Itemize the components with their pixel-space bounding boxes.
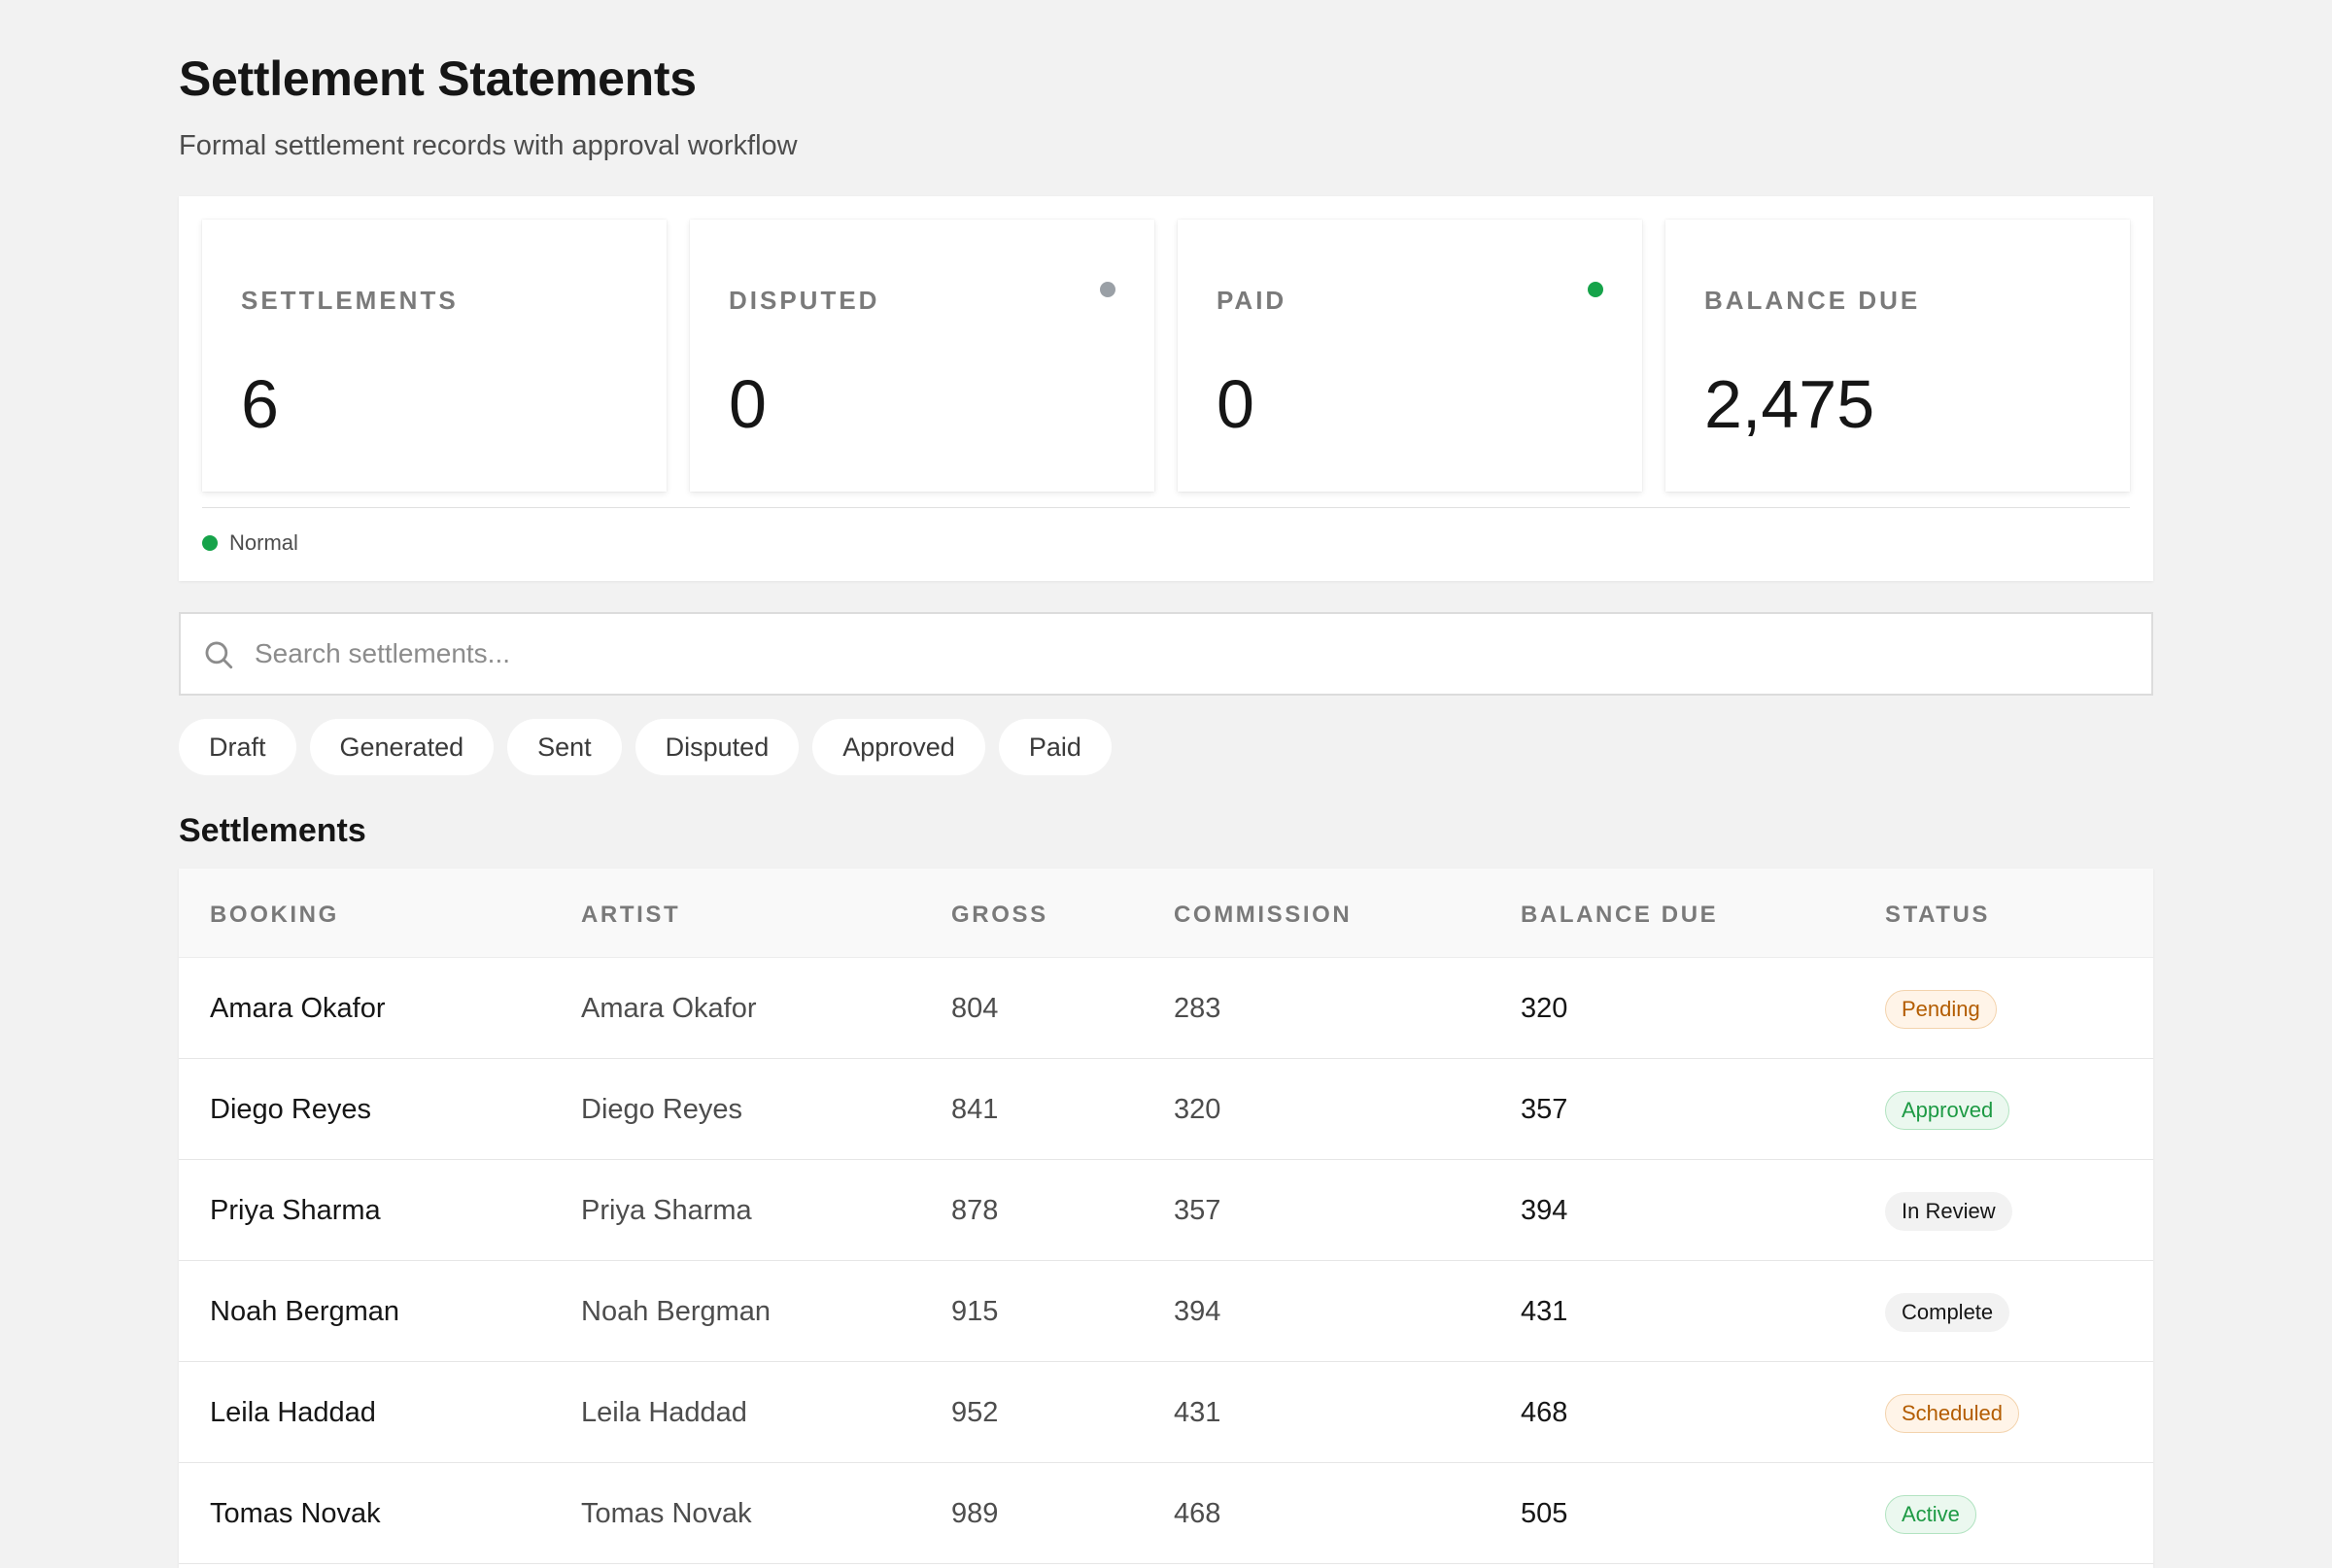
booking-cell: Leila Haddad xyxy=(210,1397,376,1428)
metric-label: PAID xyxy=(1217,286,1287,315)
status-badge: Complete xyxy=(1885,1293,2010,1332)
legend-label: Normal xyxy=(229,530,298,555)
column-header-balance-due[interactable]: BALANCE DUE xyxy=(1521,902,1718,929)
artist-cell: Priya Sharma xyxy=(581,1195,752,1226)
metric-value: 0 xyxy=(729,366,767,442)
legend: Normal xyxy=(202,530,298,556)
table-header: BOOKING ARTIST GROSS COMMISSION BALANCE … xyxy=(179,869,2153,958)
status-badge: Scheduled xyxy=(1885,1394,2019,1433)
status-badge: Pending xyxy=(1885,990,1997,1029)
table-row[interactable]: Priya Sharma Priya Sharma 878 357 394 In Revi… xyxy=(179,1160,2153,1261)
table-row[interactable]: Leila Haddad Leila Haddad 952 431 468 Schedul… xyxy=(179,1362,2153,1463)
table-body: Amara Okafor Amara Okafor 804 283 320 Pending… xyxy=(179,958,2153,1564)
search-icon xyxy=(205,641,233,669)
booking-cell: Noah Bergman xyxy=(210,1296,400,1327)
metric-card-paid: PAID 0 xyxy=(1178,220,1642,492)
balance-due-cell: 394 xyxy=(1521,1195,1568,1226)
section-title: Settlements xyxy=(179,812,366,849)
metric-value: 0 xyxy=(1217,366,1254,442)
balance-due-cell: 431 xyxy=(1521,1296,1568,1327)
search-box[interactable] xyxy=(179,612,2153,696)
divider xyxy=(202,507,2130,508)
artist-cell: Diego Reyes xyxy=(581,1094,743,1125)
commission-cell: 283 xyxy=(1174,993,1221,1024)
status-badge: Approved xyxy=(1885,1091,2010,1130)
search-input[interactable] xyxy=(255,614,2130,694)
metric-label: DISPUTED xyxy=(729,286,880,315)
status-badge: Active xyxy=(1885,1495,1976,1534)
status-badge: In Review xyxy=(1885,1192,2012,1231)
artist-cell: Noah Bergman xyxy=(581,1296,772,1327)
filter-chip-draft[interactable]: Draft xyxy=(179,719,296,775)
gross-cell: 878 xyxy=(951,1195,999,1226)
filter-chips: Draft Generated Sent Disputed Approved Paid xyxy=(179,719,1112,775)
balance-due-cell: 468 xyxy=(1521,1397,1568,1428)
column-header-gross[interactable]: GROSS xyxy=(951,902,1048,929)
gross-cell: 915 xyxy=(951,1296,999,1327)
column-header-booking[interactable]: BOOKING xyxy=(210,902,339,929)
balance-due-cell: 505 xyxy=(1521,1498,1568,1529)
gross-cell: 952 xyxy=(951,1397,999,1428)
metrics-panel: SETTLEMENTS 6 DISPUTED 0 PAID 0 BALANCE … xyxy=(179,196,2153,581)
gross-cell: 989 xyxy=(951,1498,999,1529)
booking-cell: Priya Sharma xyxy=(210,1195,381,1226)
commission-cell: 394 xyxy=(1174,1296,1221,1327)
filter-chip-sent[interactable]: Sent xyxy=(507,719,622,775)
metric-card-balance-due: BALANCE DUE 2,475 xyxy=(1665,220,2130,492)
booking-cell: Amara Okafor xyxy=(210,993,386,1024)
table-row[interactable]: Amara Okafor Amara Okafor 804 283 320 Pending xyxy=(179,958,2153,1059)
balance-due-cell: 320 xyxy=(1521,993,1568,1024)
status-dot-icon xyxy=(1100,282,1115,297)
metric-card-settlements: SETTLEMENTS 6 xyxy=(202,220,667,492)
column-header-status[interactable]: STATUS xyxy=(1885,902,1990,929)
commission-cell: 320 xyxy=(1174,1094,1221,1125)
gross-cell: 841 xyxy=(951,1094,999,1125)
artist-cell: Leila Haddad xyxy=(581,1397,747,1428)
artist-cell: Tomas Novak xyxy=(581,1498,752,1529)
balance-due-cell: 357 xyxy=(1521,1094,1568,1125)
commission-cell: 357 xyxy=(1174,1195,1221,1226)
legend-dot-icon xyxy=(202,535,218,551)
commission-cell: 431 xyxy=(1174,1397,1221,1428)
metric-card-disputed: DISPUTED 0 xyxy=(690,220,1154,492)
settlements-table: BOOKING ARTIST GROSS COMMISSION BALANCE … xyxy=(179,869,2153,1568)
booking-cell: Diego Reyes xyxy=(210,1094,372,1125)
page-subtitle: Formal settlement records with approval … xyxy=(179,130,798,161)
filter-chip-paid[interactable]: Paid xyxy=(998,719,1112,775)
booking-cell: Tomas Novak xyxy=(210,1498,381,1529)
commission-cell: 468 xyxy=(1174,1498,1221,1529)
table-row[interactable]: Diego Reyes Diego Reyes 841 320 357 Approved xyxy=(179,1059,2153,1160)
table-row[interactable]: Noah Bergman Noah Bergman 915 394 431 Complet… xyxy=(179,1261,2153,1362)
metric-value: 2,475 xyxy=(1704,366,1875,442)
artist-cell: Amara Okafor xyxy=(581,993,757,1024)
metric-value: 6 xyxy=(241,366,279,442)
metric-label: BALANCE DUE xyxy=(1704,286,1921,315)
filter-chip-generated[interactable]: Generated xyxy=(309,719,495,775)
filter-chip-approved[interactable]: Approved xyxy=(812,719,985,775)
status-dot-icon xyxy=(1588,282,1603,297)
column-header-artist[interactable]: ARTIST xyxy=(581,902,680,929)
filter-chip-disputed[interactable]: Disputed xyxy=(634,719,800,775)
metric-label: SETTLEMENTS xyxy=(241,286,459,315)
column-header-commission[interactable]: COMMISSION xyxy=(1174,902,1352,929)
table-row[interactable]: Tomas Novak Tomas Novak 989 468 505 Active xyxy=(179,1463,2153,1564)
page-title: Settlement Statements xyxy=(179,51,697,106)
gross-cell: 804 xyxy=(951,993,999,1024)
